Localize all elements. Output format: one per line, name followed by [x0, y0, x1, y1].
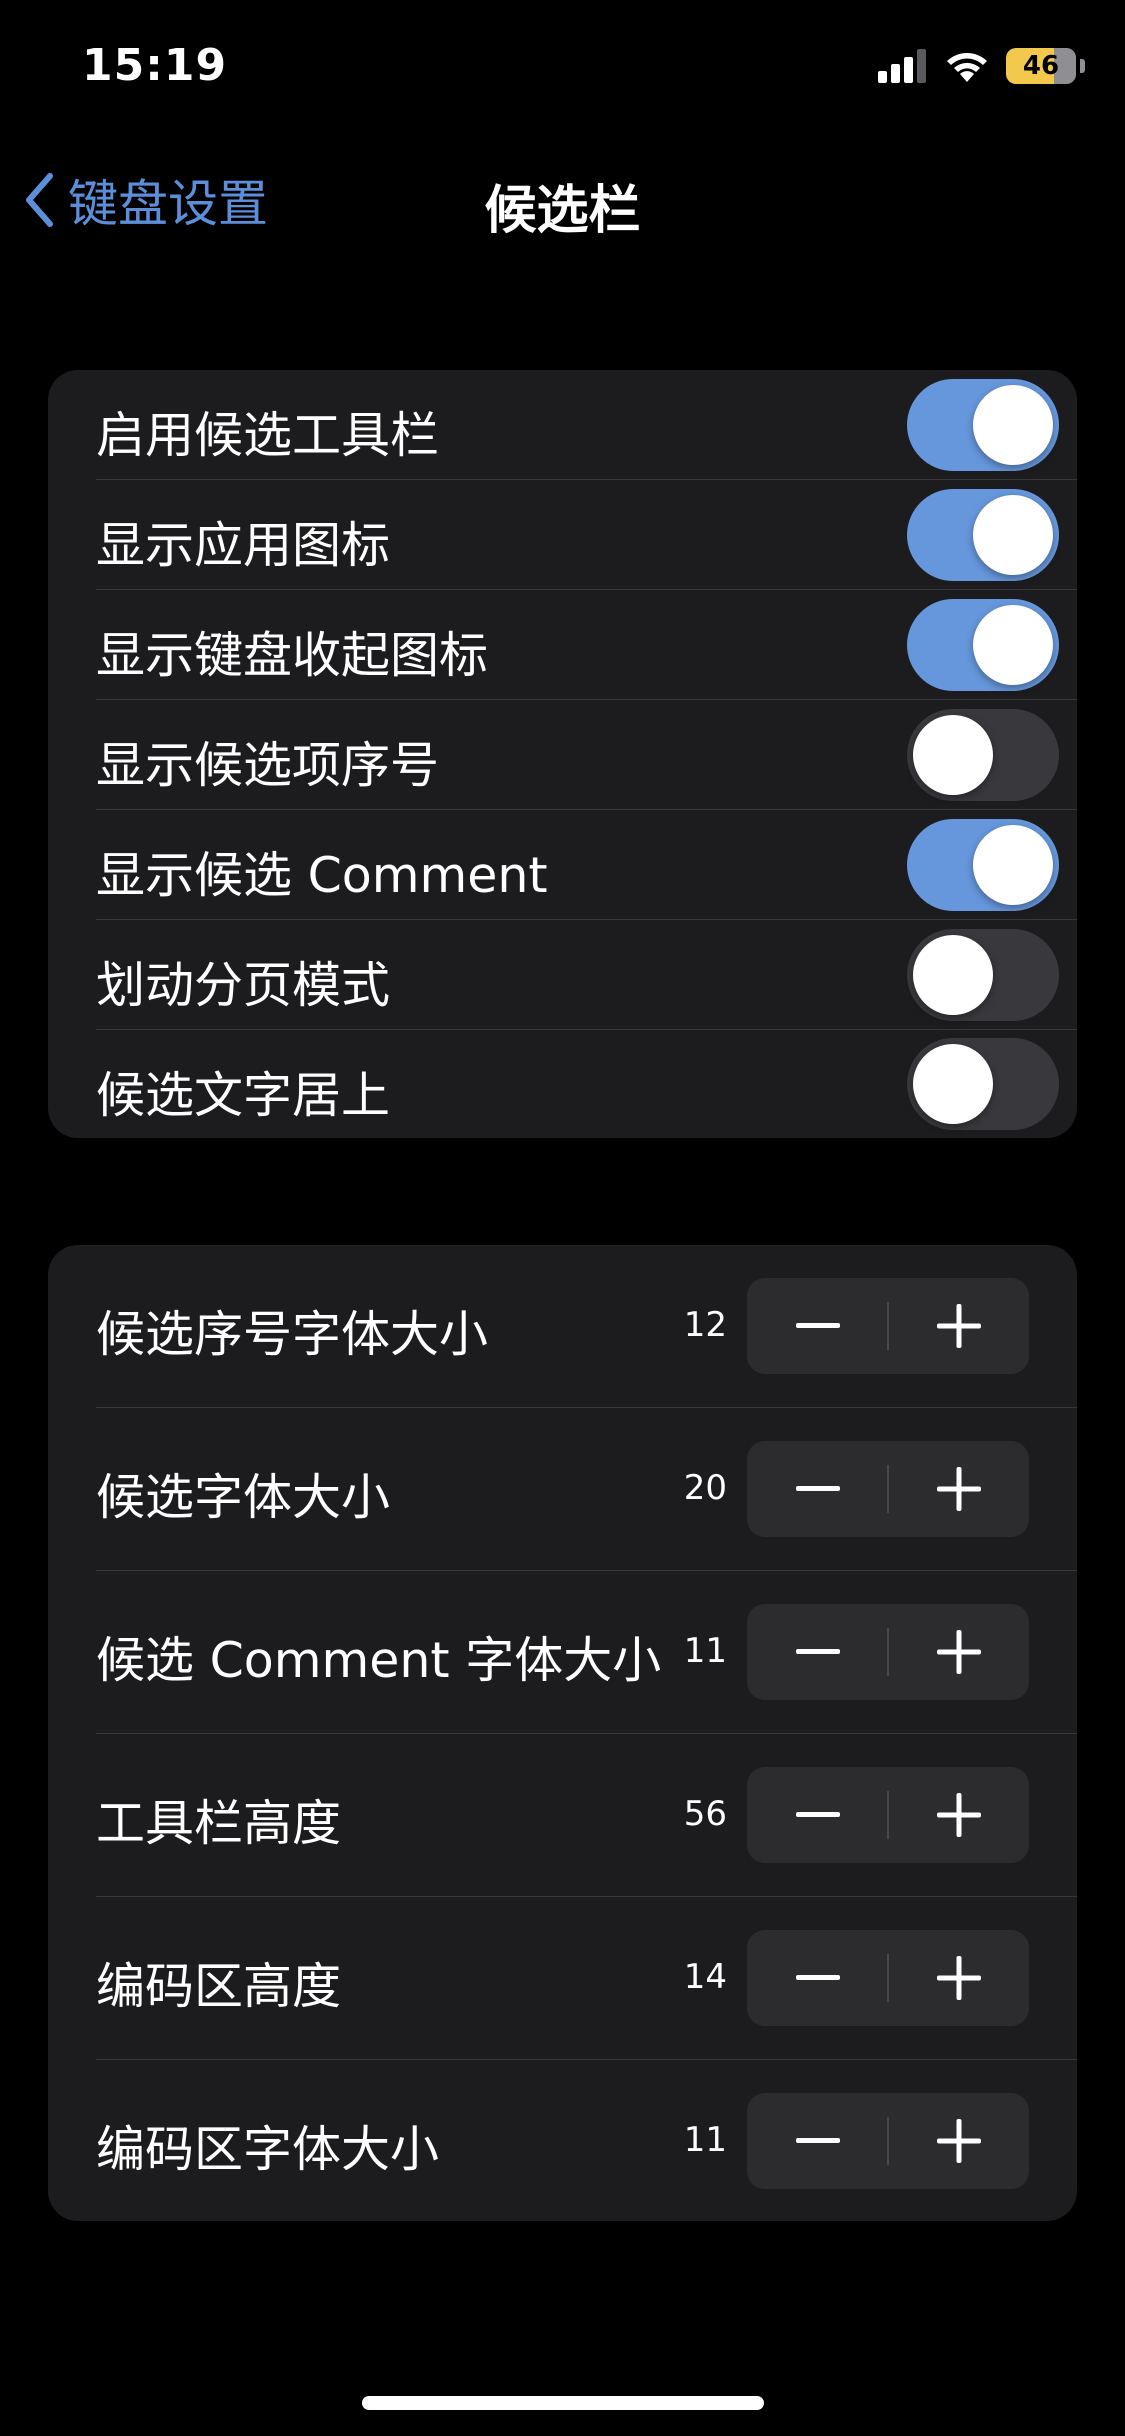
plus-icon: [936, 1793, 981, 1837]
increment-button[interactable]: [888, 1767, 1029, 1863]
decrement-button[interactable]: [747, 1278, 888, 1374]
preedit-font-size-stepper: [747, 2093, 1029, 2189]
toggle-knob: [913, 715, 993, 795]
toggle-row-label: 显示候选 Comment: [96, 847, 548, 904]
stepper-row-label: 候选序号字体大小: [96, 1306, 489, 1363]
decrement-button[interactable]: [747, 1930, 888, 2026]
swipe-paging-toggle[interactable]: [907, 929, 1059, 1021]
cellular-signal-icon: [878, 49, 926, 83]
decrement-button[interactable]: [747, 1767, 888, 1863]
toolbar-height-stepper: [747, 1767, 1029, 1863]
stepper-value: 12: [683, 1305, 727, 1345]
toggle-settings-group: 启用候选工具栏 显示应用图标 显示键盘收起图标 显示候选项序号 显示候选 Com…: [48, 370, 1077, 1138]
minus-icon: [795, 1323, 840, 1328]
wifi-icon: [947, 53, 987, 82]
toggle-row-label: 候选文字居上: [96, 1067, 391, 1124]
increment-button[interactable]: [888, 1278, 1029, 1374]
candidate-font-size-stepper: [747, 1441, 1029, 1537]
plus-icon: [936, 1630, 981, 1674]
battery-tip: [1080, 59, 1085, 73]
show-app-icon-toggle[interactable]: [907, 489, 1059, 581]
stepper-value: 11: [683, 2120, 727, 2160]
toggle-row-show-comment: 显示候选 Comment: [48, 810, 1077, 920]
increment-button[interactable]: [888, 1930, 1029, 2026]
stepper-settings-group: 候选序号字体大小 12 候选字体大小 20 候选 Comment 字体大小 11…: [48, 1245, 1077, 2221]
page-title: 候选栏: [484, 181, 641, 241]
stepper-row-label: 工具栏高度: [96, 1795, 342, 1852]
toggle-knob: [973, 385, 1053, 465]
status-time: 15:19: [82, 40, 228, 91]
toggle-row-label: 显示应用图标: [96, 517, 391, 574]
toggle-row-label: 显示候选项序号: [96, 737, 440, 794]
plus-icon: [936, 1304, 981, 1348]
toggle-row-enable-toolbar: 启用候选工具栏: [48, 370, 1077, 480]
toggle-row-show-index: 显示候选项序号: [48, 700, 1077, 810]
stepper-row-index-font-size: 候选序号字体大小 12: [48, 1245, 1077, 1408]
plus-icon: [936, 1956, 981, 2000]
home-indicator[interactable]: [362, 2396, 764, 2410]
toggle-row-show-dismiss-icon: 显示键盘收起图标: [48, 590, 1077, 700]
plus-icon: [936, 2119, 981, 2163]
minus-icon: [795, 1975, 840, 1980]
battery-icon: 46: [1006, 48, 1076, 84]
comment-font-size-stepper: [747, 1604, 1029, 1700]
decrement-button[interactable]: [747, 1604, 888, 1700]
show-index-toggle[interactable]: [907, 709, 1059, 801]
navigation-bar: 键盘设置 候选栏: [0, 150, 1125, 250]
stepper-row-toolbar-height: 工具栏高度 56: [48, 1734, 1077, 1897]
stepper-value: 56: [683, 1794, 727, 1834]
increment-button[interactable]: [888, 2093, 1029, 2189]
increment-button[interactable]: [888, 1604, 1029, 1700]
plus-icon: [936, 1467, 981, 1511]
toggle-knob: [913, 935, 993, 1015]
status-icons: 46: [878, 48, 1085, 84]
index-font-size-stepper: [747, 1278, 1029, 1374]
show-dismiss-icon-toggle[interactable]: [907, 599, 1059, 691]
preedit-height-stepper: [747, 1930, 1029, 2026]
increment-button[interactable]: [888, 1441, 1029, 1537]
toggle-knob: [973, 605, 1053, 685]
show-comment-toggle[interactable]: [907, 819, 1059, 911]
toggle-row-label: 划动分页模式: [96, 957, 391, 1014]
stepper-row-label: 候选 Comment 字体大小: [96, 1632, 662, 1689]
decrement-button[interactable]: [747, 1441, 888, 1537]
toggle-row-label: 显示键盘收起图标: [96, 627, 489, 684]
enable-toolbar-toggle[interactable]: [907, 379, 1059, 471]
stepper-row-preedit-font-size: 编码区字体大小 11: [48, 2060, 1077, 2221]
stepper-row-label: 编码区高度: [96, 1958, 342, 2015]
minus-icon: [795, 1486, 840, 1491]
toggle-row-text-top: 候选文字居上: [48, 1030, 1077, 1138]
stepper-row-label: 候选字体大小: [96, 1469, 391, 1526]
toggle-row-show-app-icon: 显示应用图标: [48, 480, 1077, 590]
status-bar: 15:19 46: [0, 0, 1125, 140]
stepper-value: 11: [683, 1631, 727, 1671]
toggle-row-swipe-paging: 划动分页模式: [48, 920, 1077, 1030]
stepper-value: 14: [683, 1957, 727, 1997]
toggle-knob: [973, 825, 1053, 905]
toggle-knob: [973, 495, 1053, 575]
stepper-row-comment-font-size: 候选 Comment 字体大小 11: [48, 1571, 1077, 1734]
stepper-row-candidate-font-size: 候选字体大小 20: [48, 1408, 1077, 1571]
stepper-row-preedit-height: 编码区高度 14: [48, 1897, 1077, 2060]
minus-icon: [795, 1649, 840, 1654]
toggle-row-label: 启用候选工具栏: [96, 407, 440, 464]
battery-level: 46: [1022, 51, 1060, 81]
text-top-toggle[interactable]: [907, 1038, 1059, 1130]
stepper-row-label: 编码区字体大小: [96, 2121, 440, 2178]
minus-icon: [795, 2138, 840, 2143]
toggle-knob: [913, 1044, 993, 1124]
stepper-value: 20: [683, 1468, 727, 1508]
decrement-button[interactable]: [747, 2093, 888, 2189]
minus-icon: [795, 1812, 840, 1817]
